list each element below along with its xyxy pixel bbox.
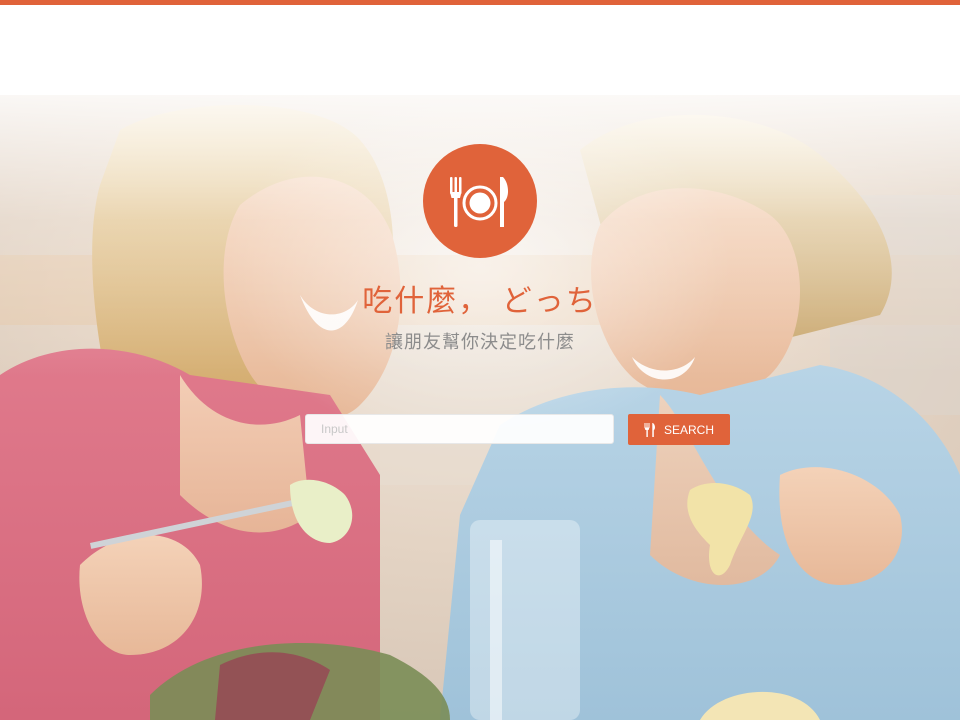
fork-knife-icon — [644, 422, 655, 437]
page-subtitle: 讓朋友幫你決定吃什麼 — [385, 332, 575, 353]
search-button[interactable]: SEARCH — [628, 414, 730, 445]
header-space — [0, 5, 960, 95]
search-input[interactable] — [305, 414, 614, 444]
page-title: 吃什麼， どっち — [362, 284, 598, 319]
plate-fork-knife-icon — [450, 177, 509, 227]
logo-badge — [423, 144, 537, 258]
search-button-label: SEARCH — [663, 422, 714, 437]
